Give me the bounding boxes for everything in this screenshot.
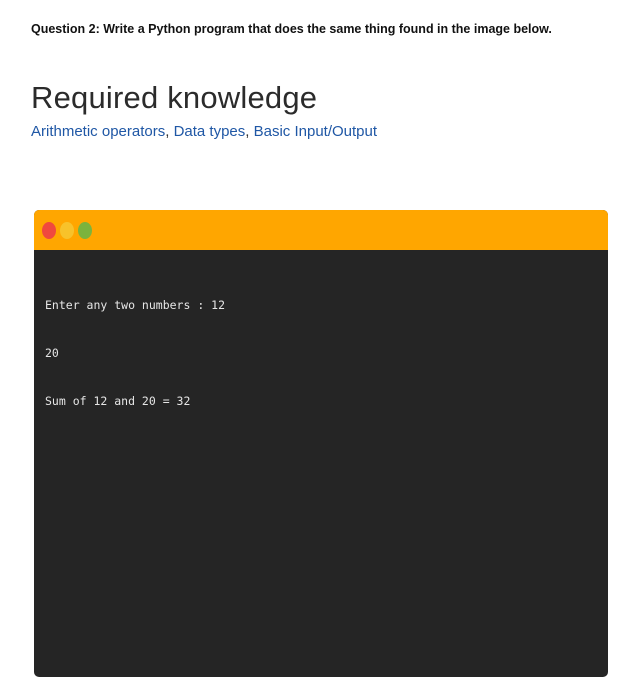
terminal-line: Enter any two numbers : 12 bbox=[45, 298, 226, 312]
terminal-window: Enter any two numbers : 12 20 Sum of 12 … bbox=[34, 210, 608, 677]
terminal-output: Enter any two numbers : 12 20 Sum of 12 … bbox=[45, 265, 598, 441]
terminal-titlebar bbox=[34, 210, 608, 250]
topic-link-data-types[interactable]: Data types bbox=[174, 123, 246, 140]
terminal-line: 20 bbox=[45, 346, 59, 360]
section-heading: Required knowledge bbox=[31, 80, 318, 115]
page: Question 2: Write a Python program that … bbox=[0, 0, 631, 698]
minimize-dot-icon[interactable] bbox=[60, 222, 74, 239]
question-text: Question 2: Write a Python program that … bbox=[31, 22, 552, 36]
close-dot-icon[interactable] bbox=[42, 222, 56, 239]
topic-separator: , bbox=[165, 123, 174, 140]
topic-link-arithmetic-operators[interactable]: Arithmetic operators bbox=[31, 123, 165, 140]
topic-separator: , bbox=[245, 123, 254, 140]
topic-link-basic-input-output[interactable]: Basic Input/Output bbox=[254, 123, 377, 140]
maximize-dot-icon[interactable] bbox=[78, 222, 92, 239]
terminal-line: Sum of 12 and 20 = 32 bbox=[45, 394, 191, 408]
topic-links: Arithmetic operators, Data types, Basic … bbox=[31, 122, 377, 142]
